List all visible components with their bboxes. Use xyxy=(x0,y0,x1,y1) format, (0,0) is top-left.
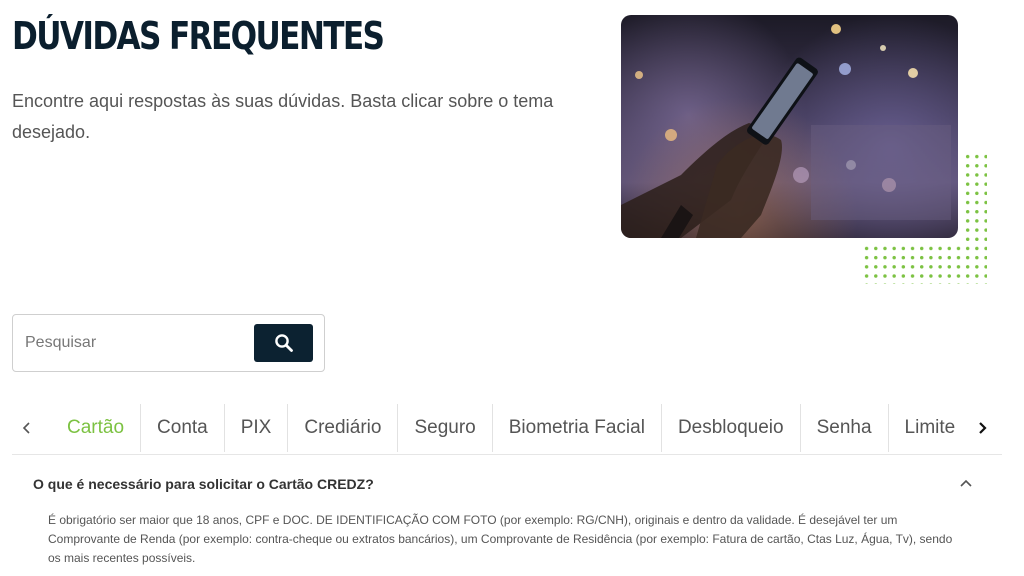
chevron-right-icon xyxy=(979,422,987,434)
tab-conta[interactable]: Conta xyxy=(140,404,224,452)
faq-item: O que é necessário para solicitar o Cart… xyxy=(12,454,1002,576)
tab-senha[interactable]: Senha xyxy=(799,404,888,452)
chevron-up-icon xyxy=(960,479,972,487)
tab-cartao[interactable]: Cartão xyxy=(53,404,140,452)
search-input[interactable] xyxy=(25,329,247,357)
tab-seguro[interactable]: Seguro xyxy=(397,404,491,452)
tabs-prev-button[interactable] xyxy=(12,404,42,452)
chevron-left-icon xyxy=(22,422,30,434)
tabs-next-button[interactable] xyxy=(967,404,997,452)
tab-limite[interactable]: Limite xyxy=(887,404,972,452)
decorative-dot-pattern xyxy=(862,152,987,284)
search-button[interactable] xyxy=(254,324,313,362)
tab-crediario[interactable]: Crediário xyxy=(287,404,397,452)
search-box xyxy=(12,314,325,372)
intro-text: Encontre aqui respostas às suas dúvidas.… xyxy=(12,91,554,142)
search-icon xyxy=(274,334,293,352)
faq-answer: É obrigatório ser maior que 18 anos, CPF… xyxy=(48,513,953,565)
tab-biometria-facial[interactable]: Biometria Facial xyxy=(491,404,661,452)
tab-desbloqueio[interactable]: Desbloqueio xyxy=(660,404,800,452)
category-tabs: Cartão Conta PIX Crediário Seguro Biomet… xyxy=(12,404,1002,452)
faq-toggle-button[interactable] xyxy=(958,475,974,491)
tab-pix[interactable]: PIX xyxy=(223,404,288,452)
faq-question[interactable]: O que é necessário para solicitar o Cart… xyxy=(33,476,374,492)
page-title: DÚVIDAS FREQUENTES xyxy=(12,14,385,58)
